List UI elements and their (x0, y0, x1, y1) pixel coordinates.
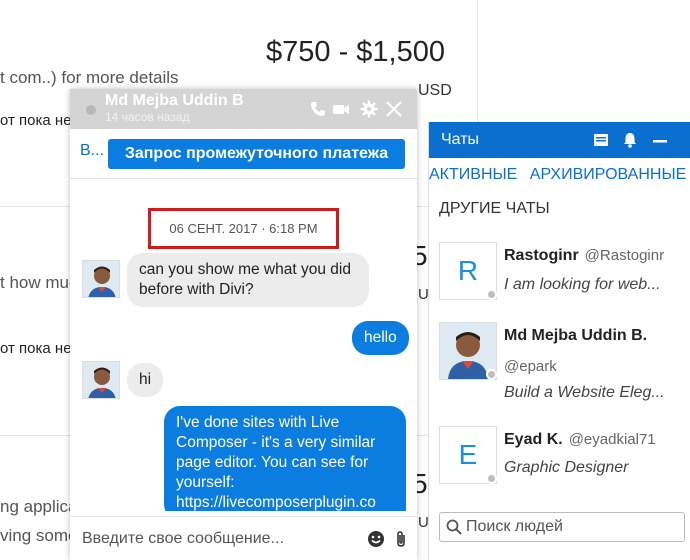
compose-icon[interactable] (592, 131, 610, 149)
job-price: $750 - $1,500 (266, 36, 445, 68)
chat-tabs: АКТИВНЫЕ АРХИВИРОВАННЫЕ (429, 166, 690, 184)
people-search-input[interactable] (466, 517, 676, 537)
chat-contact-name: Md Mejba Uddin B (105, 92, 244, 109)
chat-window-header[interactable]: Md Mejba Uddin B 14 часов назад (70, 89, 417, 129)
chats-panel: Чаты АКТИВНЫЕ АРХИВИРОВАННЫЕ ДРУГИЕ ЧАТЫ… (428, 122, 690, 560)
status-dot (486, 473, 497, 484)
message-list[interactable]: 06 СЕНТ. 2017 · 6:18 PM can you show me … (70, 180, 417, 511)
job-status-fragment: от пока не (0, 112, 72, 129)
date-stamp: 06 СЕНТ. 2017 · 6:18 PM (148, 208, 339, 249)
contact-snippet: I am looking for web... (504, 276, 661, 293)
search-icon (446, 519, 462, 535)
minimize-icon[interactable] (651, 131, 669, 149)
other-chats-heading: ДРУГИЕ ЧАТЫ (439, 200, 550, 217)
phone-icon[interactable] (309, 100, 327, 118)
user-photo-icon (83, 261, 119, 297)
contact-name: Rastoginr (504, 247, 579, 264)
tab-active[interactable]: АКТИВНЫЕ (429, 166, 517, 184)
tab-archived[interactable]: АРХИВИРОВАННЫЕ (530, 166, 687, 184)
bell-icon[interactable] (621, 131, 639, 149)
contact-handle: @eyadkial71 (568, 431, 656, 448)
contact-name-row: Eyad K. @eyadkial71 (504, 431, 656, 449)
emoji-icon[interactable] (367, 530, 385, 548)
chats-panel-header: Чаты (429, 122, 690, 158)
message-bubble-incoming: hi (127, 363, 164, 397)
people-search (439, 512, 685, 542)
message-composer (70, 516, 417, 560)
chat-bar-link[interactable]: В... (80, 142, 104, 160)
message-input[interactable] (82, 527, 352, 551)
close-icon[interactable] (385, 100, 403, 118)
video-icon[interactable] (332, 100, 350, 118)
contact-snippet: Graphic Designer (504, 459, 629, 476)
contact-name-row: Rastoginr @Rastoginr (504, 247, 664, 265)
job-description-fragment: t com..) for more details (0, 68, 179, 87)
avatar (82, 361, 120, 399)
status-dot (86, 105, 96, 115)
message-bubble-incoming: can you show me what you did before with… (127, 253, 369, 307)
paperclip-icon[interactable] (392, 530, 410, 548)
job-status-fragment: от пока не (0, 340, 72, 357)
status-dot (486, 369, 497, 380)
request-milestone-button[interactable]: Запрос промежуточного платежа (108, 139, 405, 169)
job-description-fragment: ving some (0, 526, 78, 545)
job-currency: USD (418, 82, 452, 99)
chat-action-bar: В... Запрос промежуточного платежа (70, 129, 417, 179)
gear-icon[interactable] (360, 100, 378, 118)
chat-window: Md Mejba Uddin B 14 часов назад В... Зап… (70, 89, 417, 560)
job-description-fragment: ng applica (0, 497, 78, 516)
message-bubble-outgoing: I've done sites with Live Composer - it'… (164, 406, 406, 511)
chat-last-seen: 14 часов назад (105, 110, 190, 124)
chats-panel-title: Чаты (441, 131, 480, 148)
status-dot (486, 289, 497, 300)
avatar (82, 260, 120, 298)
contact-snippet: Build a Website Eleg... (504, 384, 665, 401)
job-description-fragment: t how muc (0, 273, 78, 292)
user-photo-icon (83, 362, 119, 398)
message-bubble-outgoing: hello (352, 321, 409, 355)
contact-name: Eyad K. (504, 431, 563, 448)
contact-name: Md Mejba Uddin B. (504, 327, 648, 344)
contact-handle: @Rastoginr (584, 247, 665, 264)
contact-handle: @epark (504, 358, 557, 375)
